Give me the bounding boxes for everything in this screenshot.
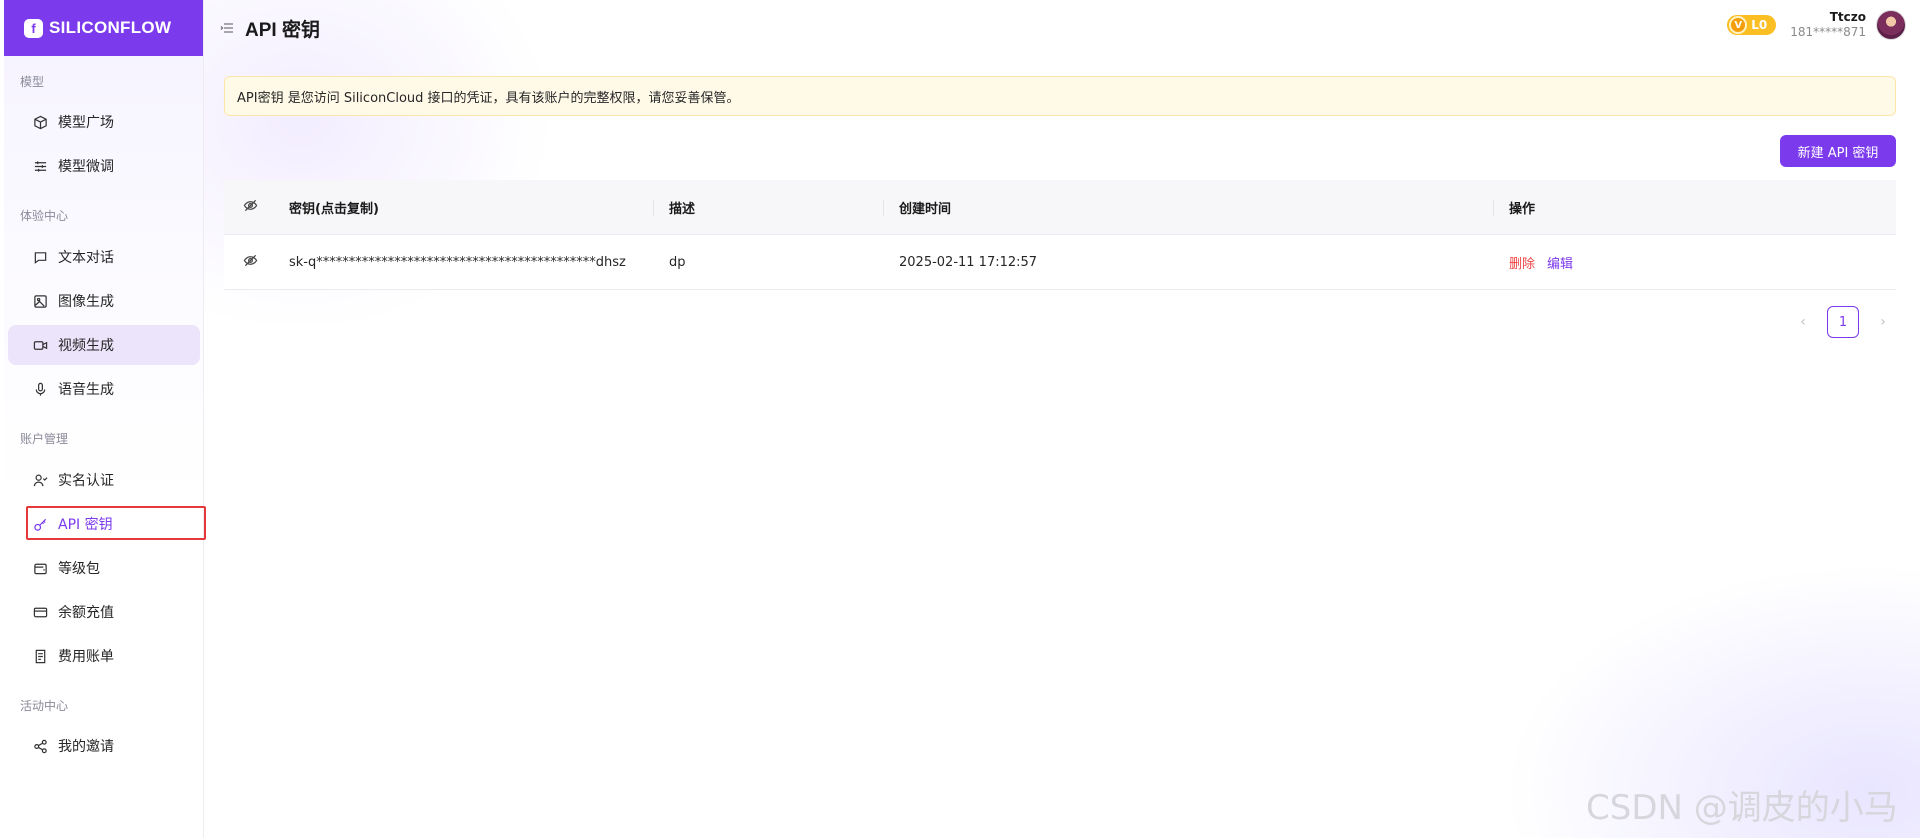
group-title-experience: 体验中心 <box>20 209 69 223</box>
column-header-key: 密钥(点击复制) <box>289 201 379 217</box>
sidebar-item-label: 语音生成 <box>58 382 114 398</box>
sidebar-item-label: 我的邀请 <box>58 739 114 755</box>
user-info: Ttczo 181*****871 <box>1790 10 1866 40</box>
toggle-all-visibility[interactable] <box>224 180 266 234</box>
video-icon <box>32 337 48 353</box>
sidebar-item-model-square[interactable]: 模型广场 <box>8 102 200 142</box>
sidebar-item-label: 模型广场 <box>58 115 114 131</box>
key-created-time: 2025-02-11 17:12:57 <box>899 254 1038 270</box>
edit-key-link[interactable]: 编辑 <box>1547 253 1573 272</box>
level-badge[interactable]: V L0 <box>1727 15 1777 35</box>
column-header-ops: 操作 <box>1493 180 1896 234</box>
eye-off-icon <box>243 253 258 272</box>
group-title-models: 模型 <box>20 75 45 89</box>
prev-page-button[interactable]: ‹ <box>1787 306 1819 338</box>
table-row: sk-q************************************… <box>224 235 1896 290</box>
page-number-1[interactable]: 1 <box>1827 306 1859 338</box>
key-icon <box>32 516 48 532</box>
delete-key-link[interactable]: 删除 <box>1509 253 1535 272</box>
group-title-activity: 活动中心 <box>20 699 69 713</box>
api-key-value[interactable]: sk-q************************************… <box>266 235 653 289</box>
image-icon <box>32 293 48 309</box>
user-check-icon <box>32 472 48 488</box>
column-header-description: 描述 <box>653 180 883 234</box>
logo[interactable]: f SILICONFLOW <box>4 0 203 56</box>
sidebar-item-label: 实名认证 <box>58 473 114 489</box>
watermark: CSDN @调皮的小马 <box>1586 788 1898 828</box>
sidebar: f SILICONFLOW 模型 模型广场 模型微调 体验中心 文本对话 图像生… <box>4 0 204 838</box>
pagination: ‹ 1 › <box>1787 306 1899 338</box>
share-icon <box>32 738 48 754</box>
group-title-account: 账户管理 <box>20 432 69 446</box>
notice-text: API密钥 是您访问 SiliconCloud 接口的凭证，具有该账户的完整权限… <box>237 90 740 106</box>
avatar[interactable] <box>1876 10 1906 40</box>
vip-icon: V <box>1729 16 1748 34</box>
sidebar-toggle-icon[interactable] <box>219 20 235 36</box>
sidebar-item-api-keys[interactable]: API 密钥 <box>8 504 200 544</box>
user-name: Ttczo <box>1829 10 1866 24</box>
eye-off-icon <box>243 198 258 217</box>
sidebar-item-label: 图像生成 <box>58 294 114 310</box>
user-menu[interactable]: V L0 Ttczo 181*****871 <box>1727 10 1906 40</box>
row-actions: 删除 编辑 <box>1493 235 1896 289</box>
api-keys-table: 密钥(点击复制) 描述 创建时间 操作 sk-q****************… <box>224 180 1896 290</box>
sidebar-item-label: 等级包 <box>58 561 100 577</box>
sidebar-item-label: API 密钥 <box>58 517 113 533</box>
chat-icon <box>32 249 48 265</box>
top-header: API 密钥 V L0 Ttczo 181*****871 <box>205 0 1920 56</box>
page-background <box>0 0 1920 838</box>
table-header: 密钥(点击复制) 描述 创建时间 操作 <box>224 180 1896 235</box>
receipt-icon <box>32 648 48 664</box>
sidebar-item-label: 费用账单 <box>58 649 114 665</box>
sidebar-item-fine-tuning[interactable]: 模型微调 <box>8 146 200 186</box>
next-page-button[interactable]: › <box>1867 306 1899 338</box>
sidebar-item-text-chat[interactable]: 文本对话 <box>8 237 200 277</box>
user-phone: 181*****871 <box>1790 25 1866 39</box>
notice-banner: API密钥 是您访问 SiliconCloud 接口的凭证，具有该账户的完整权限… <box>224 76 1896 116</box>
sidebar-item-label: 模型微调 <box>58 159 114 175</box>
sidebar-item-billing[interactable]: 费用账单 <box>8 636 200 676</box>
sidebar-item-level-pack[interactable]: 等级包 <box>8 548 200 588</box>
sidebar-item-video-gen[interactable]: 视频生成 <box>8 325 200 365</box>
credit-card-icon <box>32 604 48 620</box>
sidebar-item-label: 余额充值 <box>58 605 114 621</box>
siliconflow-logo-icon: f <box>24 18 43 38</box>
sidebar-item-verification[interactable]: 实名认证 <box>8 460 200 500</box>
sidebar-item-recharge[interactable]: 余额充值 <box>8 592 200 632</box>
sliders-icon <box>32 158 48 174</box>
new-api-key-button[interactable]: 新建 API 密钥 <box>1780 135 1896 167</box>
sidebar-item-invites[interactable]: 我的邀请 <box>8 726 200 766</box>
sidebar-item-label: 文本对话 <box>58 250 114 266</box>
sidebar-item-voice-gen[interactable]: 语音生成 <box>8 369 200 409</box>
key-description: dp <box>669 254 686 270</box>
sidebar-item-image-gen[interactable]: 图像生成 <box>8 281 200 321</box>
level-label: L0 <box>1751 18 1768 32</box>
wallet-icon <box>32 560 48 576</box>
mic-icon <box>32 381 48 397</box>
column-header-created: 创建时间 <box>883 180 1493 234</box>
sidebar-item-label: 视频生成 <box>58 338 114 354</box>
brand-name: SILICONFLOW <box>49 18 172 37</box>
cube-icon <box>32 114 48 130</box>
page-title: API 密钥 <box>245 19 320 41</box>
toggle-key-visibility[interactable] <box>224 235 266 289</box>
